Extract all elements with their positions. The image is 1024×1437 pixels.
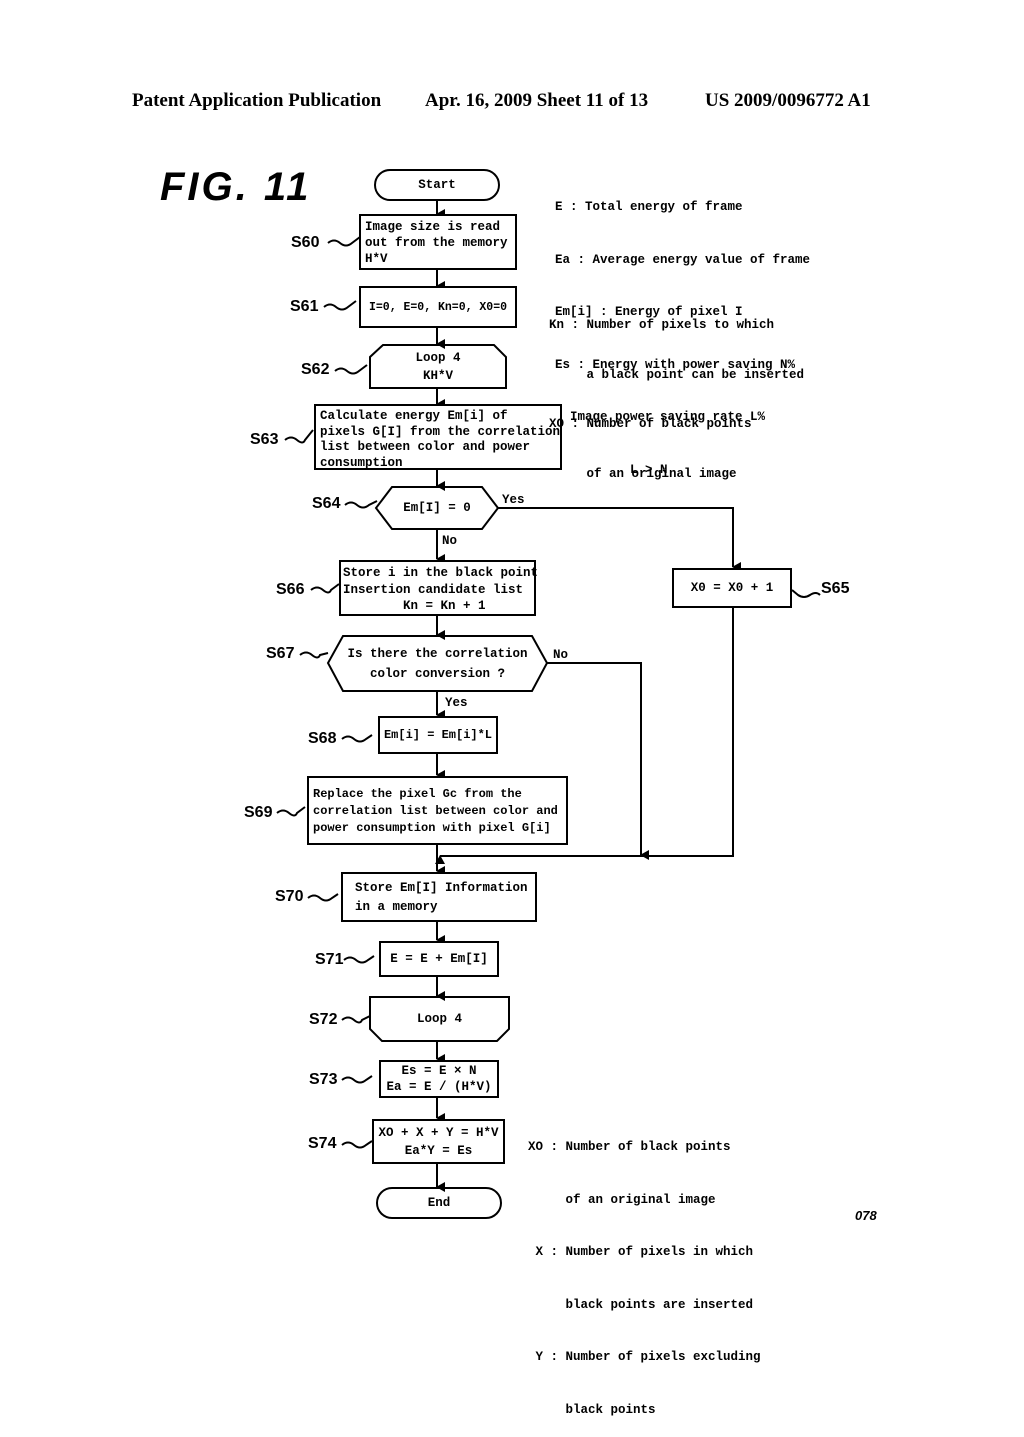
legend-line: a black point can be inserted <box>549 367 805 382</box>
process-s69-text: Replace the pixel Gc from the correlatio… <box>313 787 558 835</box>
process-s74: XO + X + Y = H*V Ea*Y = Es <box>372 1119 505 1164</box>
legend-kn-xo-definitions: Kn : Number of pixels to which a black p… <box>549 284 804 499</box>
process-s66-text: Store i in the black point Insertion can… <box>343 566 539 613</box>
step-label-s64: S64 <box>312 495 341 512</box>
process-s74-text: XO + X + Y = H*V Ea*Y = Es <box>378 1125 499 1158</box>
end-node: End <box>427 1196 451 1210</box>
process-s63: Calculate energy Em[i] of pixels G[I] fr… <box>314 404 562 470</box>
legend-line: Ea : Average energy value of frame <box>555 252 811 267</box>
step-label-s63: S63 <box>250 431 279 448</box>
step-label-s71: S71 <box>315 951 344 968</box>
branch-label-s64-no: No <box>442 534 458 548</box>
process-s63-text: Calculate energy Em[i] of pixels G[I] fr… <box>320 409 561 470</box>
branch-label-s67-yes: Yes <box>445 696 468 710</box>
legend-line: Kn : Number of pixels to which <box>549 318 775 332</box>
step-label-s68: S68 <box>308 730 337 747</box>
page-code: 078 <box>855 1208 877 1223</box>
branch-label-s67-no: No <box>553 648 569 662</box>
process-s65-text: X0 = X0 + 1 <box>690 580 774 595</box>
step-label-s72: S72 <box>309 1011 338 1028</box>
legend-xo-x-y-definitions: XO : Number of black points of an origin… <box>528 1104 761 1437</box>
process-s70: Store Em[I] Information in a memory <box>341 872 537 922</box>
legend-line: X : Number of pixels in which <box>528 1245 754 1259</box>
step-label-s73: S73 <box>309 1071 338 1088</box>
legend-line: of an original image <box>528 1192 716 1207</box>
process-s61-text: I=0, E=0, Kn=0, X0=0 <box>368 300 508 314</box>
step-label-s66: S66 <box>276 581 305 598</box>
step-label-s61: S61 <box>290 298 319 315</box>
decision-s67-text: Is there the correlation color conversio… <box>347 647 528 681</box>
process-s73: Es = E × N Ea = E / (H*V) <box>379 1060 499 1098</box>
process-s70-text: Store Em[I] Information in a memory <box>355 881 528 914</box>
branch-label-s64-yes: Yes <box>502 493 525 507</box>
step-label-s69: S69 <box>244 804 273 821</box>
start-node: Start <box>418 178 456 192</box>
step-label-s74: S74 <box>308 1135 337 1152</box>
legend-line: Y : Number of pixels excluding <box>528 1350 761 1364</box>
process-s66: Store i in the black point Insertion can… <box>339 560 539 616</box>
step-label-s60: S60 <box>291 234 320 251</box>
legend-line: XO : Number of black points <box>528 1140 731 1154</box>
loop-start-s62-text: Loop 4 KH*V <box>415 351 461 383</box>
legend-line: black points are inserted <box>528 1297 754 1312</box>
process-s60: Image size is read out from the memory H… <box>359 214 517 270</box>
step-label-s67: S67 <box>266 645 295 662</box>
legend-line: E : Total energy of frame <box>555 200 743 214</box>
loop-end-s72-text: Loop 4 <box>416 1012 462 1026</box>
decision-s64-text: Em[I] = 0 <box>403 501 471 515</box>
legend-line: of an original image <box>549 466 737 481</box>
process-s69: Replace the pixel Gc from the correlatio… <box>307 776 568 845</box>
legend-line: black points <box>528 1402 656 1417</box>
process-s71-text: E = E + Em[I] <box>390 951 488 966</box>
step-label-s70: S70 <box>275 888 304 905</box>
process-s61: I=0, E=0, Kn=0, X0=0 <box>359 286 517 328</box>
process-s71: E = E + Em[I] <box>379 941 499 977</box>
process-s65: X0 = X0 + 1 <box>672 568 792 608</box>
process-s68-text: Em[i] = Em[i]*L <box>383 727 493 742</box>
step-label-s65: S65 <box>821 580 850 597</box>
process-s68: Em[i] = Em[i]*L <box>378 716 498 754</box>
legend-line: XO : Number of black points <box>549 417 752 431</box>
step-label-s62: S62 <box>301 361 330 378</box>
process-s60-text: Image size is read out from the memory H… <box>365 220 508 266</box>
process-s73-text: Es = E × N Ea = E / (H*V) <box>386 1064 492 1094</box>
